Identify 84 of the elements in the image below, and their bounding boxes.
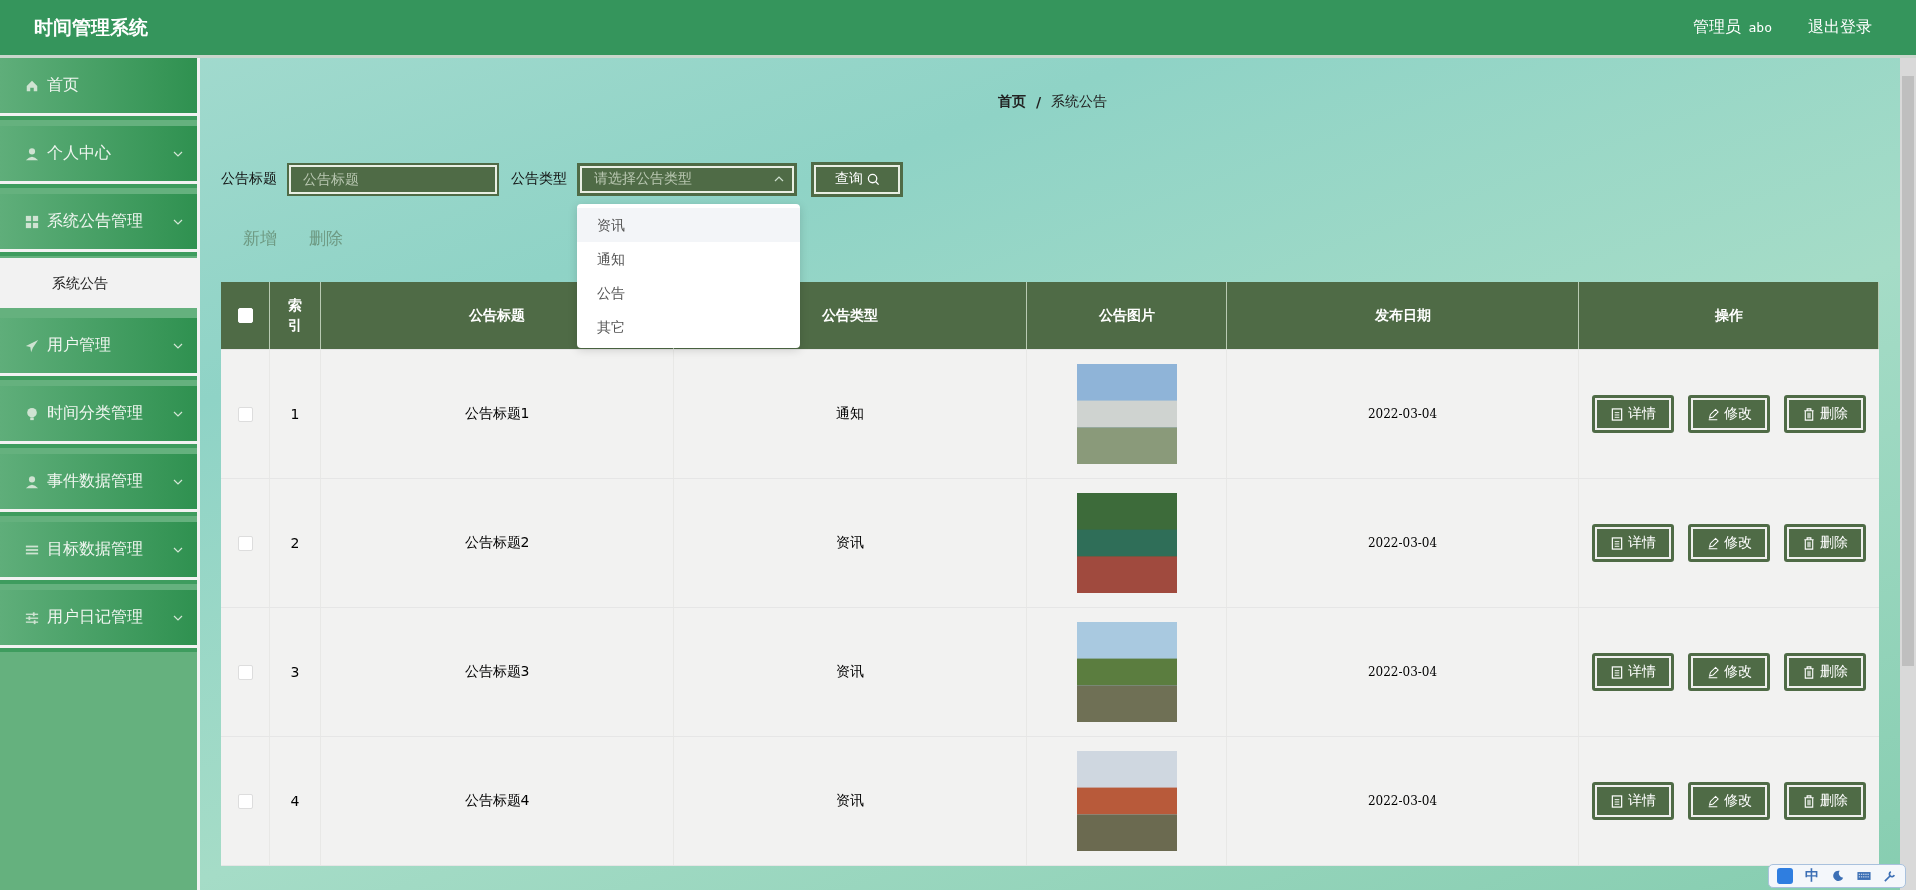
table-cell: 4 — [290, 793, 300, 809]
details-button[interactable]: 详情 — [1592, 395, 1674, 433]
bulb-icon — [25, 406, 39, 421]
scrollbar[interactable] — [1900, 58, 1916, 890]
dropdown-option[interactable]: 其它 — [577, 309, 800, 344]
document-icon — [1610, 665, 1623, 679]
row-checkbox[interactable] — [237, 664, 253, 680]
pencil-icon — [1706, 665, 1719, 679]
sliders-icon — [25, 610, 39, 625]
details-button[interactable]: 详情 — [1592, 782, 1674, 820]
table-cell: 2022-03-04 — [1367, 794, 1438, 808]
pencil-icon — [1706, 407, 1719, 421]
edit-button[interactable]: 修改 — [1688, 524, 1770, 562]
search-icon — [866, 172, 880, 186]
wrench-icon[interactable] — [1883, 870, 1897, 882]
document-icon — [1610, 794, 1623, 808]
table-cell: 1 — [290, 406, 300, 422]
details-button[interactable]: 详情 — [1592, 653, 1674, 691]
field-label: 公告标题 — [221, 170, 277, 188]
document-icon — [1610, 407, 1623, 421]
select-all-checkbox[interactable] — [237, 308, 253, 323]
table-cell: 资讯 — [836, 534, 864, 552]
dropdown-option[interactable]: 资讯 — [577, 207, 800, 242]
user-role: 管理员 — [1692, 17, 1741, 38]
table-cell: 公告标题4 — [464, 792, 530, 810]
table-cell: 3 — [290, 664, 300, 680]
delete-button[interactable]: 删除 — [1784, 653, 1866, 691]
dropdown-option[interactable]: 公告 — [577, 275, 800, 310]
home-icon — [25, 78, 39, 93]
delete-button[interactable]: 删除 — [1784, 395, 1866, 433]
app-title: 时间管理系统 — [34, 14, 148, 40]
table-cell: 通知 — [836, 405, 864, 423]
column-header: 操作 — [1714, 305, 1743, 325]
row-checkbox[interactable] — [237, 535, 253, 551]
dropdown-option[interactable]: 通知 — [577, 241, 800, 276]
row-checkbox[interactable] — [237, 406, 253, 422]
table-cell: 2022-03-04 — [1367, 536, 1438, 550]
type-select[interactable]: 请选择公告类型 — [577, 162, 797, 196]
sidebar-subitem[interactable]: 系统公告 — [0, 258, 197, 308]
pencil-icon — [1706, 536, 1719, 550]
breadcrumb-separator: / — [1035, 94, 1042, 110]
scrollbar-thumb[interactable] — [1902, 76, 1914, 666]
person-icon — [25, 146, 39, 161]
user-name: abo — [1748, 20, 1772, 35]
document-icon — [1610, 536, 1623, 550]
ime-logo-icon[interactable] — [1777, 868, 1793, 884]
breadcrumb-link[interactable]: 首页 — [997, 93, 1026, 111]
pencil-icon — [1706, 794, 1719, 808]
breadcrumb-link[interactable]: 系统公告 — [1051, 93, 1108, 111]
table-cell: 2022-03-04 — [1367, 665, 1438, 679]
table-cell: 公告标题1 — [464, 405, 530, 423]
row-checkbox[interactable] — [237, 793, 253, 809]
moon-icon[interactable] — [1831, 870, 1845, 882]
table-cell: 公告标题3 — [464, 663, 530, 681]
table-cell: 资讯 — [836, 792, 864, 810]
details-button[interactable]: 详情 — [1592, 524, 1674, 562]
trash-icon — [1802, 665, 1815, 679]
column-header: 公告类型 — [822, 305, 878, 325]
trash-icon — [1802, 794, 1815, 808]
logout-link[interactable]: 退出登录 — [1808, 17, 1872, 38]
column-header: 索引 — [288, 295, 302, 335]
title-search-field[interactable]: 公告标题 — [287, 162, 499, 196]
edit-button[interactable]: 修改 — [1688, 395, 1770, 433]
trash-icon — [1802, 407, 1815, 421]
person-icon — [25, 474, 39, 489]
table-cell: 2 — [290, 535, 300, 551]
column-header: 公告标题 — [469, 305, 525, 325]
trash-icon — [1802, 536, 1815, 550]
delete-button[interactable]: 删除 — [1784, 524, 1866, 562]
caret-icon — [774, 176, 784, 182]
table-cell: 2022-03-04 — [1367, 407, 1438, 421]
delete-button[interactable]: 删除 — [1784, 782, 1866, 820]
field-label: 公告类型 — [511, 170, 567, 188]
keyboard-icon[interactable] — [1857, 870, 1871, 882]
edit-button[interactable]: 修改 — [1688, 782, 1770, 820]
ime-mode[interactable]: 中 — [1805, 867, 1819, 885]
edit-button[interactable]: 修改 — [1688, 653, 1770, 691]
table-cell: 资讯 — [836, 663, 864, 681]
search-button[interactable]: 查询 — [811, 161, 903, 197]
column-header: 发布日期 — [1374, 305, 1431, 325]
grid-icon — [25, 214, 39, 229]
column-header: 公告图片 — [1098, 305, 1155, 325]
plane-icon — [25, 338, 39, 353]
table-cell: 公告标题2 — [464, 534, 530, 552]
